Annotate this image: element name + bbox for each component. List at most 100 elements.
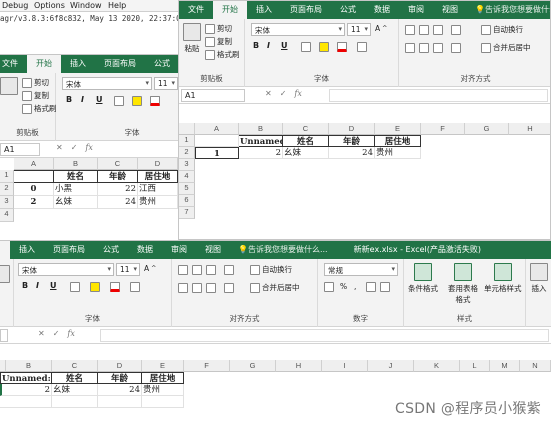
font-size-combo[interactable]: 11: [347, 23, 371, 36]
italic-button[interactable]: I: [267, 41, 270, 50]
name-box[interactable]: A1: [181, 89, 245, 102]
enter-icon[interactable]: ✓: [71, 143, 78, 152]
tell-me-box[interactable]: 💡告诉我您想要做什么...: [467, 4, 550, 19]
tab-data[interactable]: 数据: [128, 244, 162, 259]
cell-d2[interactable]: 24: [329, 147, 375, 159]
row-header-1[interactable]: 1: [0, 170, 14, 183]
row-header-4[interactable]: 4: [179, 171, 195, 183]
col-header-e[interactable]: E: [375, 123, 421, 135]
table-format-button[interactable]: 套用表格格式: [448, 263, 478, 305]
col-header-b[interactable]: B: [6, 360, 52, 372]
underline-button[interactable]: U: [281, 41, 288, 50]
copy-button[interactable]: 复制: [205, 36, 232, 47]
align-right-icon[interactable]: [206, 283, 216, 293]
paste-button[interactable]: [0, 77, 18, 95]
decrease-decimal-icon[interactable]: [380, 282, 390, 292]
tab-page-layout[interactable]: 页面布局: [281, 4, 331, 19]
menu-help[interactable]: Help: [108, 0, 126, 12]
enter-icon[interactable]: ✓: [53, 329, 60, 338]
align-middle-icon[interactable]: [192, 265, 202, 275]
col-header-b[interactable]: B: [239, 123, 283, 135]
cell-c1[interactable]: 姓名: [52, 372, 98, 384]
tab-page-layout[interactable]: 页面布局: [44, 244, 94, 259]
tab-file[interactable]: 文件: [179, 4, 213, 19]
grow-font-button[interactable]: A ^: [144, 264, 156, 273]
enter-icon[interactable]: ✓: [280, 89, 287, 98]
cell-c3[interactable]: 24: [98, 196, 138, 209]
cell-c1[interactable]: 姓名: [283, 135, 329, 147]
col-header-c[interactable]: C: [52, 360, 98, 372]
phonetic-icon[interactable]: [357, 42, 367, 52]
font-size-combo[interactable]: 11: [116, 263, 140, 276]
wrap-text-button[interactable]: 自动换行: [481, 24, 523, 35]
tab-insert[interactable]: 插入: [61, 58, 95, 73]
cell-d1[interactable]: 居住地: [138, 170, 178, 183]
underline-button[interactable]: U: [96, 95, 103, 104]
col-header-n[interactable]: N: [520, 360, 551, 372]
italic-button[interactable]: I: [36, 281, 39, 290]
tab-data[interactable]: 数据: [365, 4, 399, 19]
align-top-icon[interactable]: [405, 25, 415, 35]
align-left-icon[interactable]: [178, 283, 188, 293]
cell-b1[interactable]: Unnamed:: [239, 135, 283, 147]
cut-button[interactable]: 剪切: [22, 77, 49, 88]
number-format-combo[interactable]: 常规: [324, 263, 398, 276]
tab-insert[interactable]: 插入: [247, 4, 281, 19]
cell-b3[interactable]: 幺妹: [54, 196, 98, 209]
row-header-2[interactable]: 2: [179, 147, 195, 159]
tab-home[interactable]: [0, 241, 10, 259]
cell-c2[interactable]: 幺妹: [52, 384, 98, 396]
row-header-7[interactable]: 7: [179, 207, 195, 219]
format-painter-button[interactable]: 格式刷: [22, 103, 57, 114]
col-header-d[interactable]: D: [138, 158, 178, 170]
col-header-g[interactable]: G: [465, 123, 509, 135]
cell-c1[interactable]: 年龄: [98, 170, 138, 183]
col-header-j[interactable]: J: [368, 360, 414, 372]
row-header-6[interactable]: 6: [179, 195, 195, 207]
col-header-c[interactable]: C: [283, 123, 329, 135]
name-box[interactable]: [0, 329, 8, 342]
wrap-text-button[interactable]: 自动换行: [250, 264, 292, 275]
col-header-f[interactable]: F: [421, 123, 465, 135]
col-header-l[interactable]: L: [460, 360, 490, 372]
font-name-combo[interactable]: 宋体: [18, 263, 114, 276]
cell-e1[interactable]: 居住地: [142, 372, 184, 384]
cell-d2[interactable]: 江西: [138, 183, 178, 196]
col-header-h[interactable]: H: [276, 360, 322, 372]
cell-b1[interactable]: Unnamed:: [0, 372, 52, 384]
tab-home[interactable]: 开始: [213, 1, 247, 19]
cell-d1[interactable]: 年龄: [98, 372, 142, 384]
bold-button[interactable]: B: [66, 95, 72, 104]
cut-button[interactable]: 剪切: [205, 23, 232, 34]
row-header-1[interactable]: 1: [179, 135, 195, 147]
font-color-icon[interactable]: [337, 42, 347, 52]
indent-icon[interactable]: [224, 283, 234, 293]
col-header-h[interactable]: H: [509, 123, 550, 135]
border-icon[interactable]: [70, 282, 80, 292]
cell-b2[interactable]: 2: [0, 384, 52, 396]
col-header-g[interactable]: G: [230, 360, 276, 372]
cell-d2[interactable]: 24: [98, 384, 142, 396]
tab-insert[interactable]: 插入: [10, 244, 44, 259]
fx-icon[interactable]: fx: [85, 143, 92, 152]
tab-page-layout[interactable]: 页面布局: [95, 58, 145, 73]
cell-e1[interactable]: 居住地: [375, 135, 421, 147]
bold-button[interactable]: B: [253, 41, 259, 50]
tab-view[interactable]: 视图: [433, 4, 467, 19]
sheet-grid-top[interactable]: A B C D E F G H 1 2 3 4 5 6 7 Unnamed: 姓…: [179, 123, 550, 239]
cancel-icon[interactable]: ✕: [56, 143, 63, 152]
font-color-icon[interactable]: [110, 282, 120, 292]
fill-color-icon[interactable]: [319, 42, 329, 52]
align-center-icon[interactable]: [192, 283, 202, 293]
cell-a2[interactable]: 0: [14, 183, 54, 196]
indent-icon[interactable]: [451, 43, 461, 53]
col-header-m[interactable]: M: [490, 360, 520, 372]
tab-view[interactable]: 视图: [196, 244, 230, 259]
cell-e2[interactable]: 贵州: [375, 147, 421, 159]
cell-c2[interactable]: 22: [98, 183, 138, 196]
comma-button[interactable]: ,: [354, 282, 356, 291]
cell-d1[interactable]: 年龄: [329, 135, 375, 147]
copy-button[interactable]: 复制: [22, 90, 49, 101]
tell-me-box[interactable]: 💡告诉我您想要做什么...: [230, 244, 336, 259]
menu-debug[interactable]: Debug: [2, 0, 28, 12]
